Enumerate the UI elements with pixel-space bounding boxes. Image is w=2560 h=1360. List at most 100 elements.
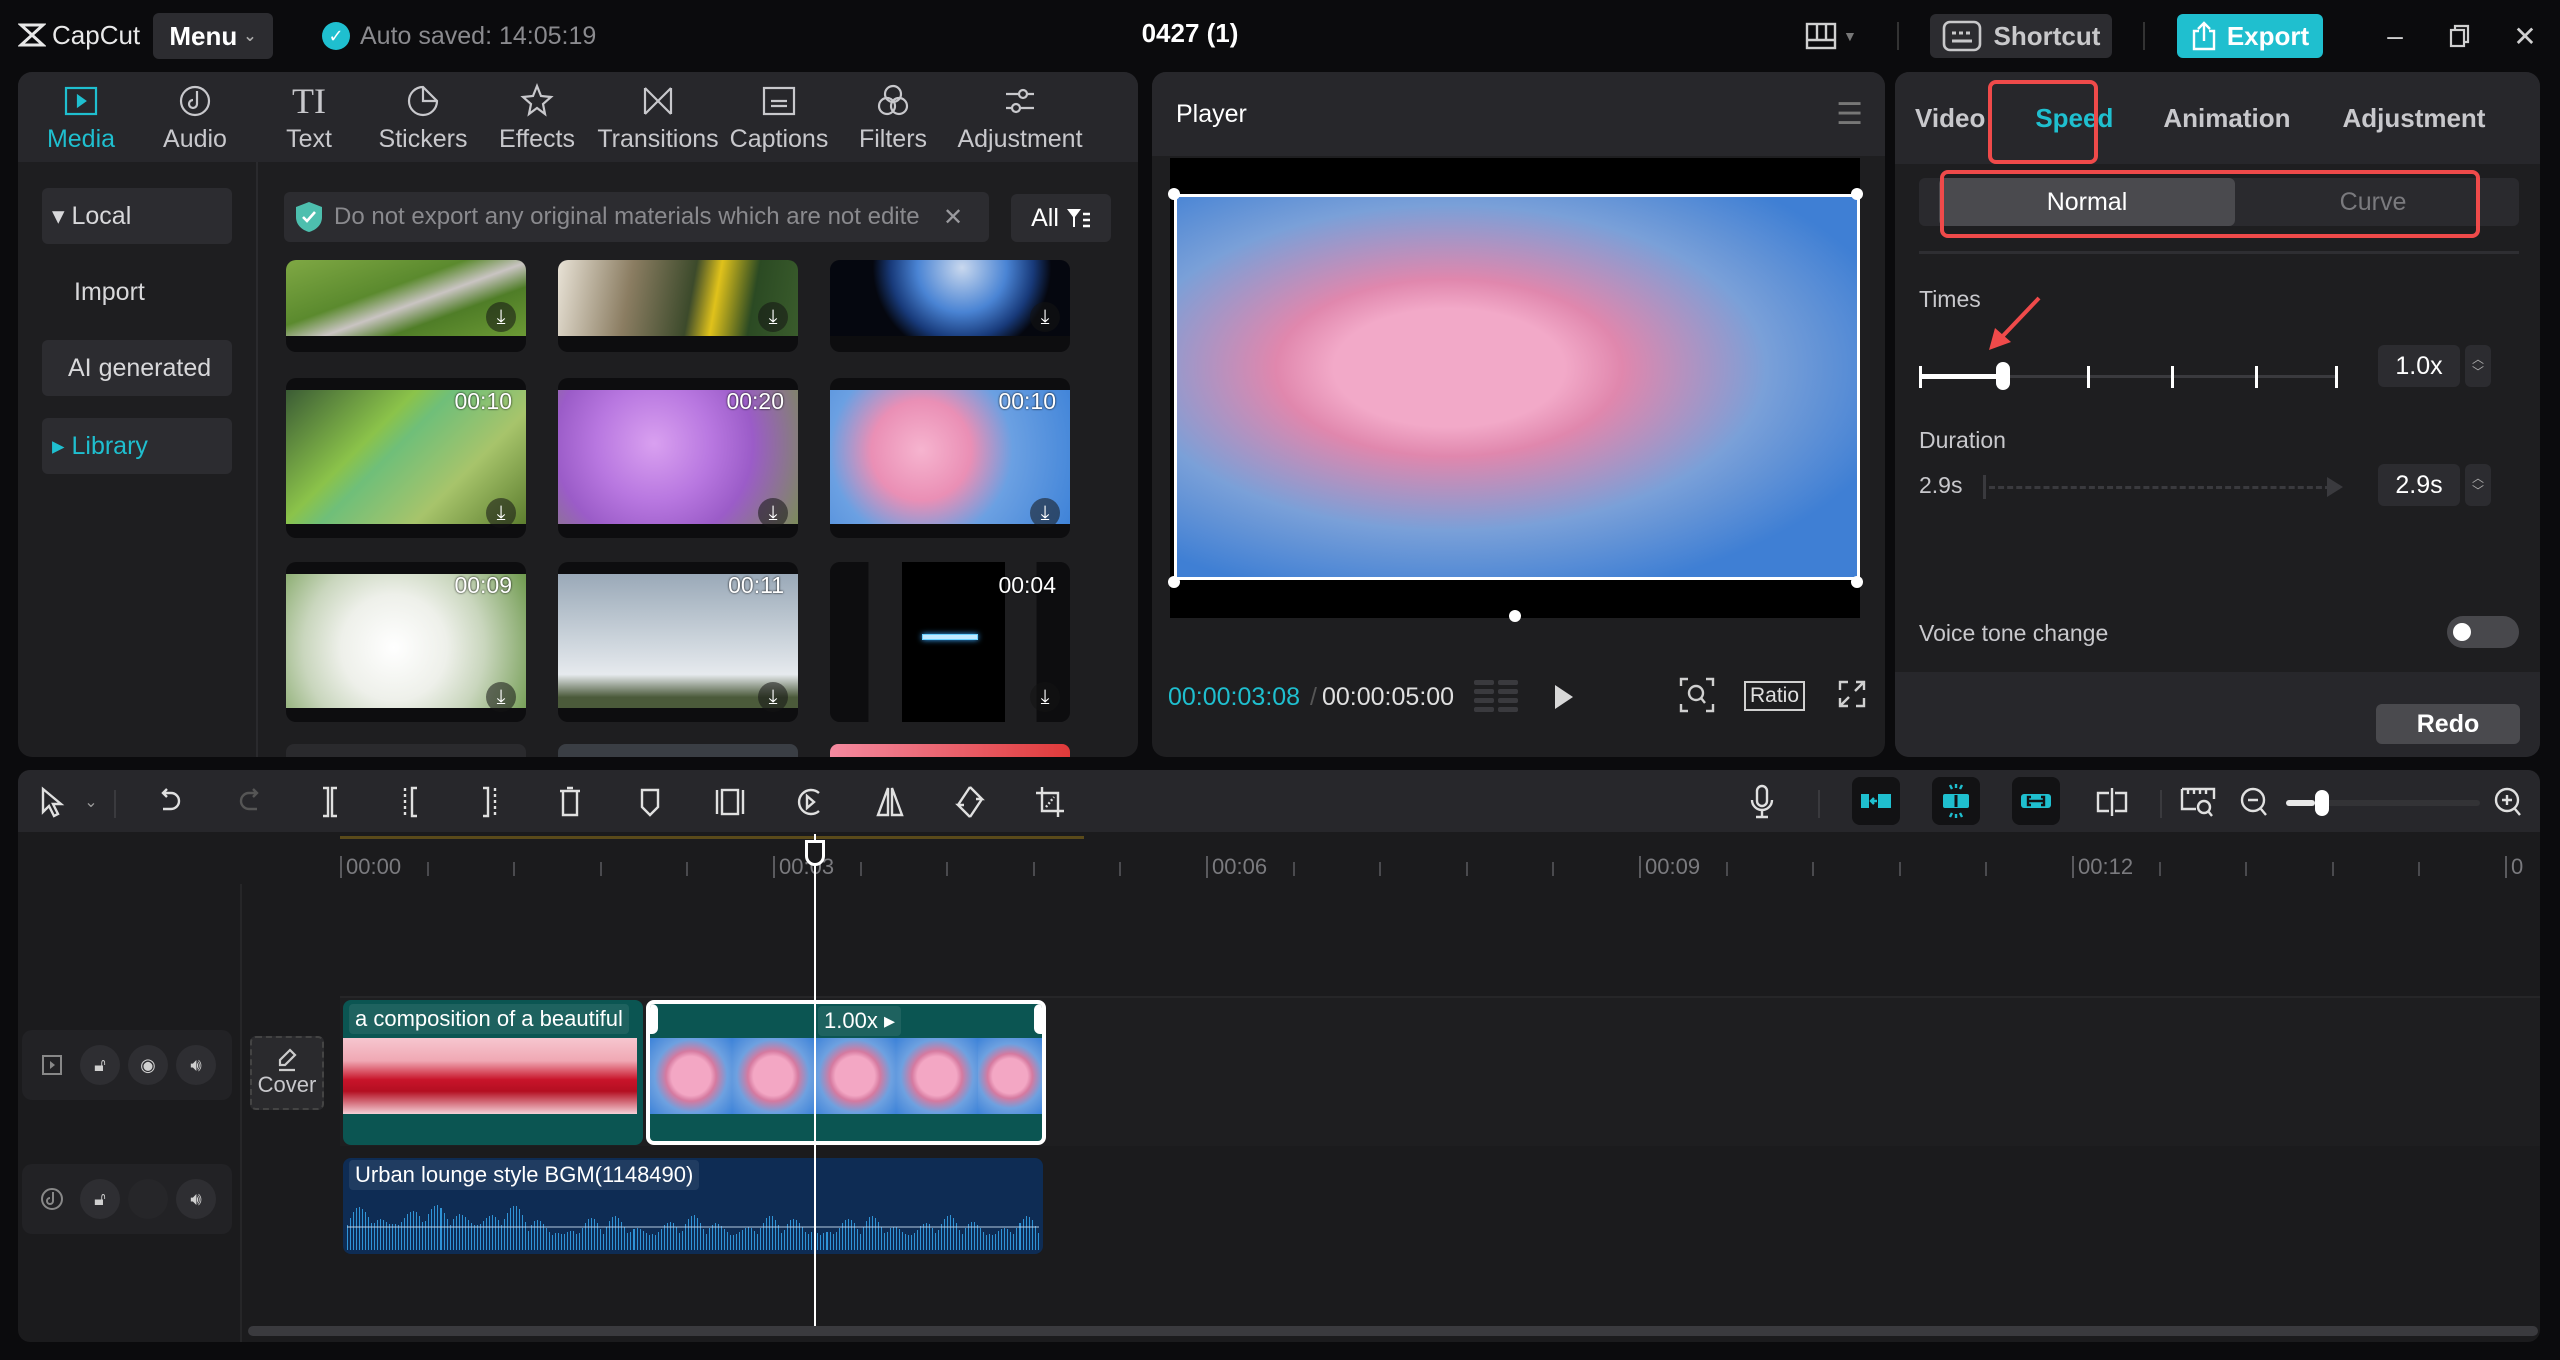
rotate-button[interactable] [950,782,990,822]
resize-handle[interactable] [1168,576,1180,588]
media-thumbnail[interactable]: ⤓ [830,260,1070,352]
zoom-in-button[interactable] [2488,782,2528,822]
undo-button[interactable] [150,782,190,822]
freeze-button[interactable] [710,782,750,822]
tab-audio[interactable]: Audio [138,72,252,162]
resize-handle[interactable] [1168,188,1180,200]
download-icon[interactable]: ⤓ [1030,682,1060,712]
split-left-button[interactable] [390,782,430,822]
media-thumbnail[interactable]: 00:10 ⤓ [286,378,526,538]
audio-clip[interactable]: Urban lounge style BGM(1148490) [343,1158,1043,1254]
playhead-handle[interactable] [805,840,825,866]
download-icon[interactable]: ⤓ [486,302,516,332]
duration-stepper[interactable]: ︿ ﹀ [2465,464,2491,506]
zoom-slider[interactable] [2286,790,2480,816]
video-clip-roses[interactable]: a composition of a beautiful [343,1000,643,1145]
redo-button[interactable]: Redo [2376,704,2520,744]
select-dropdown[interactable]: ⌄ [80,782,102,822]
download-icon[interactable]: ⤓ [486,498,516,528]
volume-line[interactable] [347,1226,1039,1228]
lock-icon[interactable]: 🔓︎ [80,1045,120,1085]
download-icon[interactable]: ⤓ [1030,498,1060,528]
record-audio-button[interactable] [1742,782,1782,822]
tab-text[interactable]: TI Text [252,72,366,162]
slider-knob[interactable] [1995,362,2010,390]
mirror-button[interactable] [870,782,910,822]
linkage-button[interactable] [2012,777,2060,825]
sidebar-item-local[interactable]: ▾ Local [42,188,232,244]
fit-timeline-button[interactable] [2178,782,2218,822]
tab-video[interactable]: Video [1915,103,1985,134]
download-icon[interactable]: ⤓ [758,682,788,712]
filter-all-button[interactable]: All [1011,194,1111,242]
tab-media[interactable]: Media [24,72,138,162]
layout-button[interactable]: ▼ [1805,20,1865,52]
main-track-magnet-button[interactable] [1852,777,1900,825]
tab-adjustment[interactable]: Adjustment [2342,103,2485,134]
tab-animation[interactable]: Animation [2163,103,2290,134]
zoom-slider-knob[interactable] [2315,790,2330,816]
tab-adjustment[interactable]: Adjustment [950,72,1090,162]
notice-close-icon[interactable]: ✕ [943,203,963,232]
download-icon[interactable]: ⤓ [1030,302,1060,332]
resize-handle[interactable] [1851,188,1863,200]
sidebar-item-library[interactable]: ▸ Library [42,418,232,474]
ratio-button[interactable]: Ratio [1744,681,1806,711]
times-value-input[interactable]: 1.0x [2378,345,2460,387]
eye-icon[interactable]: ◉ [128,1045,168,1085]
media-thumbnail[interactable]: 00:04 ⤓ [830,562,1070,722]
sidebar-item-import[interactable]: Import [42,264,232,320]
media-thumbnail[interactable]: ⤓ [286,260,526,352]
download-icon[interactable]: ⤓ [758,302,788,332]
timeline-scrollbar[interactable] [248,1326,2538,1336]
close-button[interactable]: ✕ [2505,18,2545,54]
shortcut-button[interactable]: Shortcut [1930,14,2112,58]
export-button[interactable]: Export [2177,14,2323,58]
restore-button[interactable] [2440,18,2480,54]
media-thumbnail[interactable]: 00:11 ⤓ [558,562,798,722]
media-thumbnail[interactable]: 00:10 ⤓ [830,378,1070,538]
tab-effects[interactable]: Effects [480,72,594,162]
cover-button[interactable]: Cover [250,1036,324,1110]
video-clip-cherry-selected[interactable]: 1.00x ▸ [646,1000,1046,1145]
crop-button[interactable] [1030,782,1070,822]
trim-handle-left[interactable] [650,1004,658,1034]
media-thumbnail[interactable]: 00:20 ⤓ [558,378,798,538]
tab-filters[interactable]: Filters [836,72,950,162]
play-button[interactable] [1552,682,1576,712]
rotate-handle[interactable] [1509,610,1521,622]
minimize-button[interactable]: – [2375,18,2415,54]
tab-transitions[interactable]: Transitions [594,72,722,162]
tab-captions[interactable]: Captions [722,72,836,162]
lock-icon[interactable]: 🔓︎ [80,1179,120,1219]
redo-tool-button[interactable] [230,782,270,822]
zoom-out-button[interactable] [2234,782,2274,822]
voice-tone-toggle[interactable] [2447,616,2519,648]
player-menu-icon[interactable]: ☰ [1836,97,1863,132]
split-right-button[interactable] [470,782,510,822]
fullscreen-icon[interactable] [1836,678,1868,710]
preview-axis-button[interactable] [2092,782,2132,822]
video-preview[interactable] [1174,194,1860,580]
player-canvas[interactable] [1168,158,1863,622]
delete-button[interactable] [550,782,590,822]
marker-button[interactable] [630,782,670,822]
speaker-icon[interactable]: 🔊︎ [176,1179,216,1219]
auto-snap-button[interactable] [1932,777,1980,825]
media-thumbnail[interactable]: ⤓ [558,260,798,352]
playhead[interactable] [814,834,816,1334]
times-slider[interactable] [1919,362,2338,392]
timeline-ruler[interactable]: 00:00 00:03 00:06 00:09 00:12 0 [18,834,2540,884]
speaker-icon[interactable]: 🔊︎ [176,1045,216,1085]
media-thumbnail[interactable]: 00:09 ⤓ [286,562,526,722]
tab-stickers[interactable]: Stickers [366,72,480,162]
resize-handle[interactable] [1851,576,1863,588]
reverse-button[interactable] [790,782,830,822]
download-icon[interactable]: ⤓ [758,498,788,528]
download-icon[interactable]: ⤓ [486,682,516,712]
duration-value-input[interactable]: 2.9s [2378,464,2460,506]
trim-handle-right[interactable] [1034,1004,1042,1034]
menu-button[interactable]: Menu ⌄ [153,13,273,59]
fit-zoom-icon[interactable] [1678,676,1716,714]
split-button[interactable] [310,782,350,822]
